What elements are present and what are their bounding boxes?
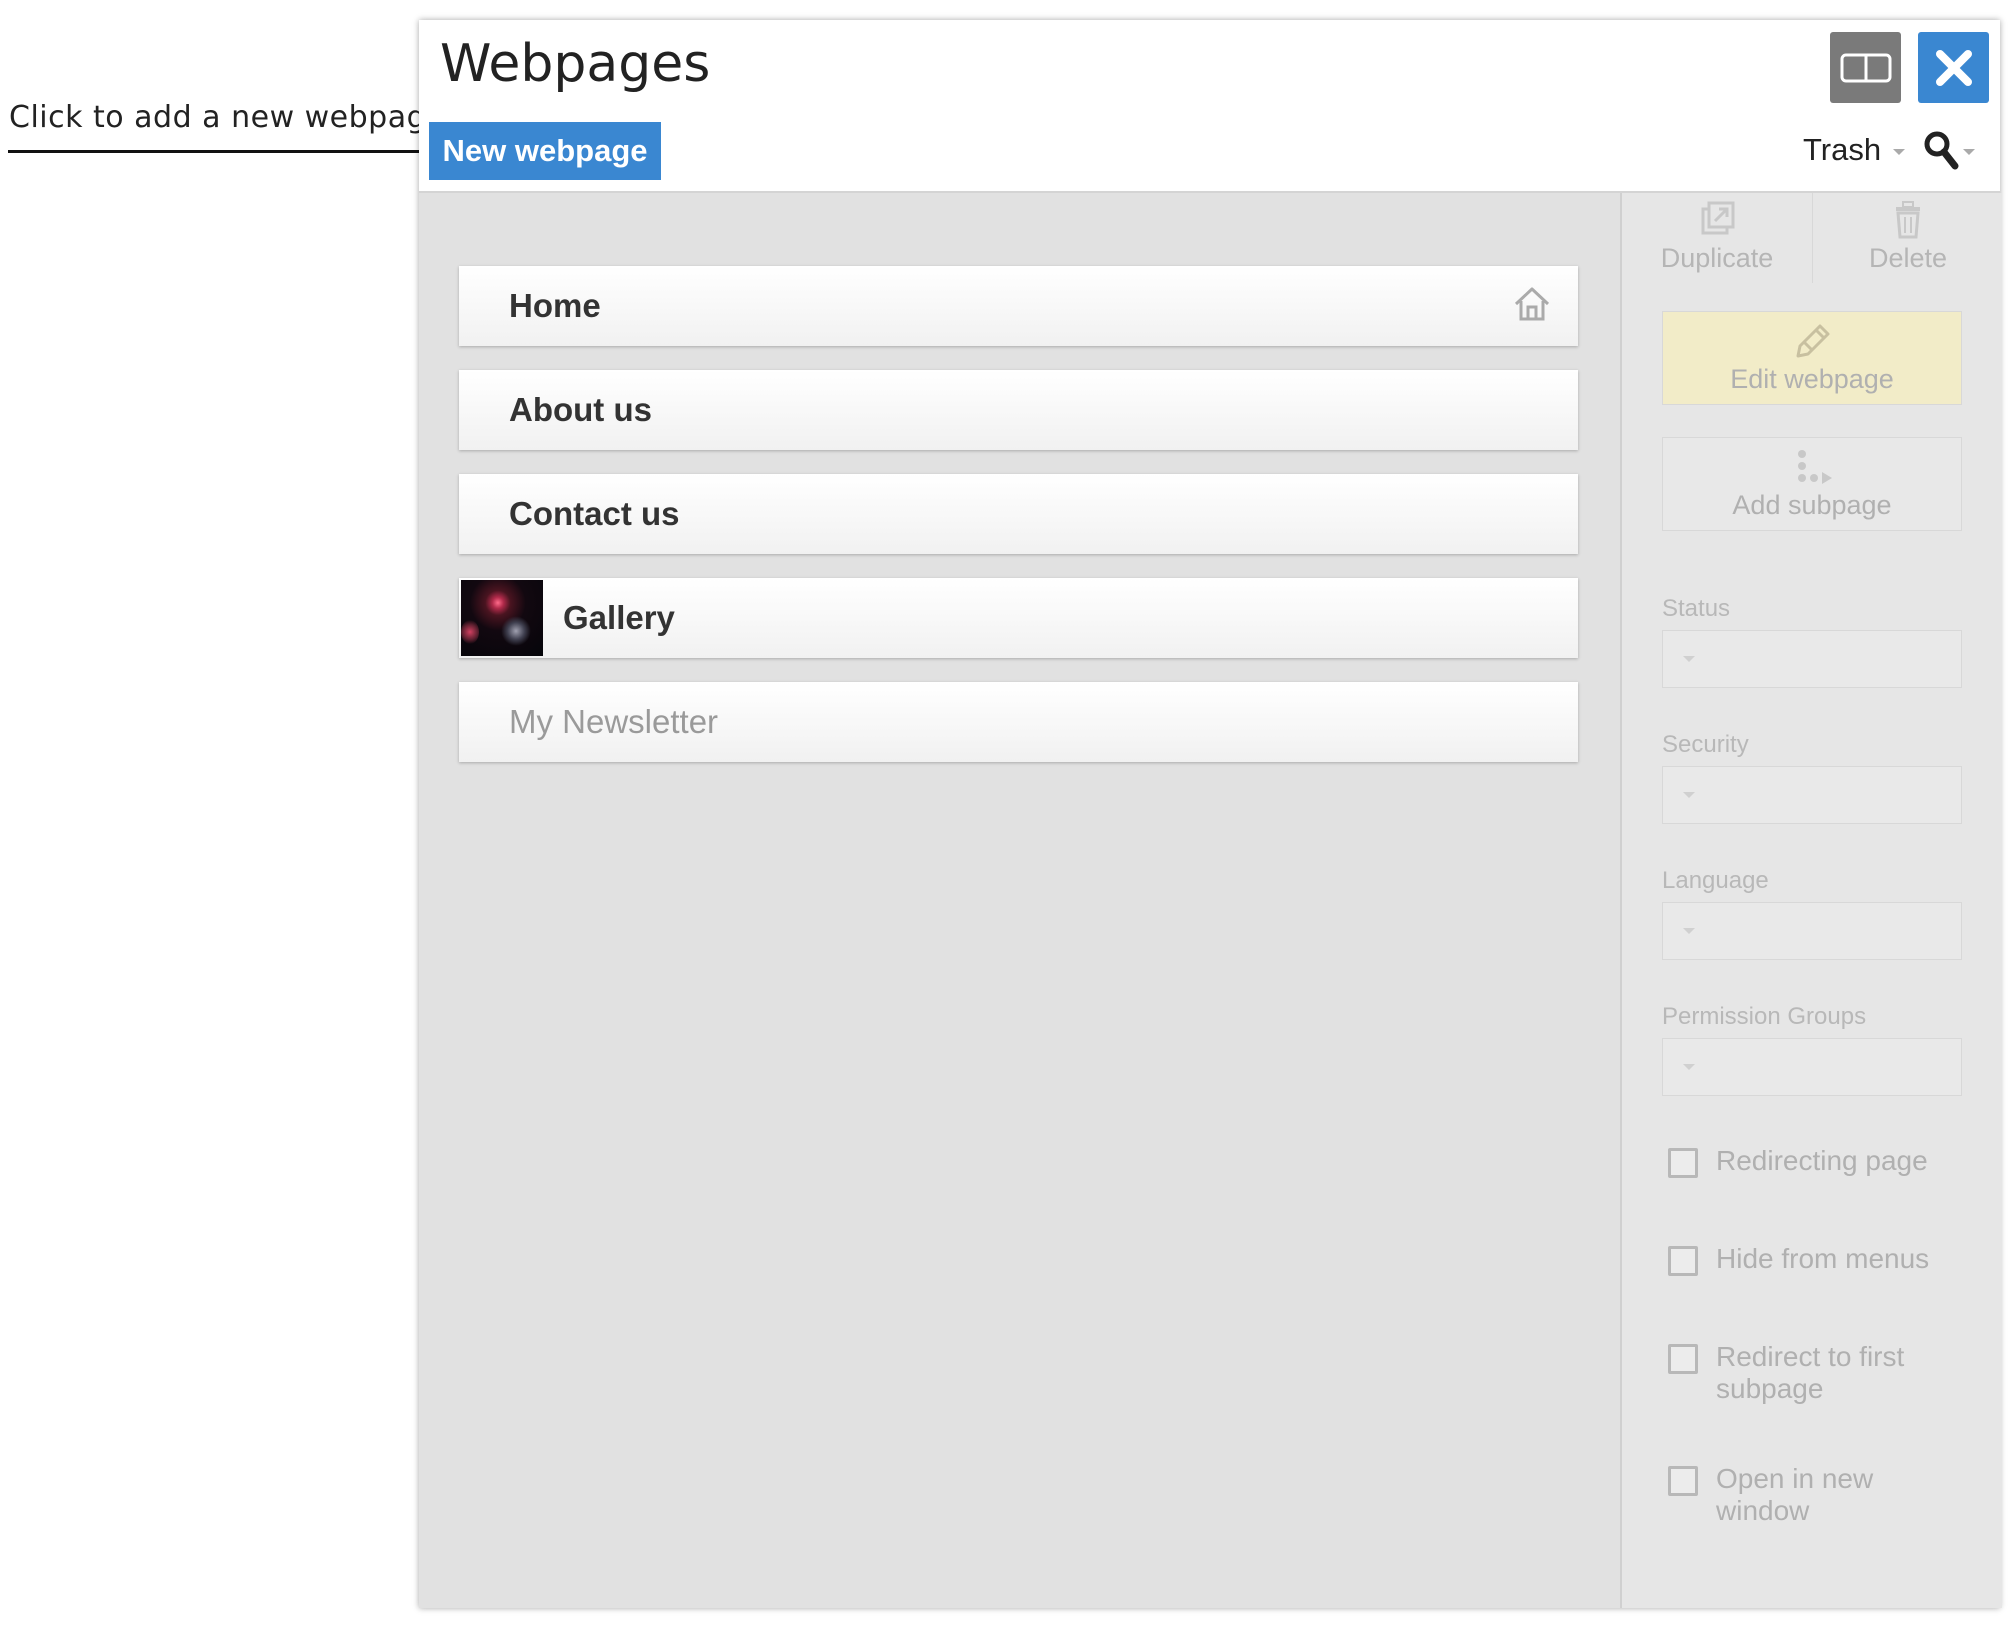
duplicate-label: Duplicate — [1660, 243, 1774, 273]
window-title: Webpages — [440, 34, 711, 94]
page-list: Home About us Contact us Gallery My News… — [459, 266, 1578, 786]
page-item-gallery[interactable]: Gallery — [459, 578, 1578, 658]
permission-groups-label: Permission Groups — [1662, 1003, 1867, 1030]
page-item-label: Contact us — [509, 495, 680, 532]
page-item-label: Gallery — [563, 599, 675, 636]
webpages-window: Webpages New webpage Trash Home About us… — [419, 20, 2002, 1608]
chevron-down-icon — [1963, 149, 1975, 155]
window-header: Webpages New webpage Trash — [419, 20, 2000, 193]
redirect-first-subpage-checkbox-row[interactable]: Redirect to first subpage — [1668, 1341, 1968, 1405]
delete-label: Delete — [1868, 243, 1948, 273]
add-subpage-button[interactable]: Add subpage — [1662, 437, 1962, 531]
pencil-icon — [1796, 324, 1830, 358]
page-item-home[interactable]: Home — [459, 266, 1578, 346]
search-icon — [1924, 131, 1959, 170]
chevron-down-icon — [1683, 928, 1695, 934]
add-subpage-label: Add subpage — [1732, 490, 1892, 520]
open-new-window-label: Open in new window — [1716, 1463, 1874, 1526]
edit-webpage-label: Edit webpage — [1730, 364, 1894, 394]
status-select[interactable] — [1662, 630, 1962, 688]
edit-webpage-button[interactable]: Edit webpage — [1662, 311, 1962, 405]
close-button[interactable] — [1918, 32, 1989, 103]
page-properties-panel: Duplicate Delete Edit webpage Add subpag… — [1620, 193, 2002, 1608]
chevron-down-icon — [1683, 792, 1695, 798]
security-label: Security — [1662, 731, 1749, 758]
annotation-label: Click to add a new webpage — [9, 100, 446, 135]
trash-icon — [1896, 201, 1920, 239]
new-webpage-button[interactable]: New webpage — [429, 122, 661, 180]
page-item-contact-us[interactable]: Contact us — [459, 474, 1578, 554]
language-select[interactable] — [1662, 902, 1962, 960]
hide-from-menus-label: Hide from menus — [1716, 1243, 1930, 1274]
duplicate-button[interactable]: Duplicate — [1622, 193, 1812, 283]
search-dropdown[interactable] — [1923, 128, 1975, 172]
redirecting-page-checkbox[interactable] — [1668, 1148, 1698, 1178]
hide-from-menus-checkbox-row[interactable]: Hide from menus — [1668, 1243, 1968, 1276]
page-item-about-us[interactable]: About us — [459, 370, 1578, 450]
page-item-label: About us — [509, 391, 652, 428]
subpage-icon — [1798, 450, 1832, 484]
trash-label: Trash — [1803, 132, 1882, 167]
trash-dropdown[interactable]: Trash — [1803, 128, 1906, 172]
open-new-window-checkbox[interactable] — [1668, 1466, 1698, 1496]
chevron-down-icon — [1893, 149, 1906, 155]
delete-button[interactable]: Delete — [1813, 193, 2003, 283]
permission-groups-select[interactable] — [1662, 1038, 1962, 1096]
duplicate-icon — [1701, 201, 1735, 235]
redirecting-page-label: Redirecting page — [1716, 1145, 1928, 1176]
layout-toggle-button[interactable] — [1830, 32, 1901, 103]
gallery-thumbnail-image — [461, 580, 543, 656]
close-icon — [1935, 49, 1972, 86]
home-icon — [1514, 287, 1550, 321]
hide-from-menus-checkbox[interactable] — [1668, 1246, 1698, 1276]
chevron-down-icon — [1683, 1064, 1695, 1070]
redirect-first-subpage-label: Redirect to first subpage — [1716, 1341, 1905, 1404]
redirecting-page-checkbox-row[interactable]: Redirecting page — [1668, 1145, 1968, 1178]
language-label: Language — [1662, 867, 1769, 894]
page-item-label: Home — [509, 287, 601, 324]
page-item-my-newsletter[interactable]: My Newsletter — [459, 682, 1578, 762]
annotation-pointer-line — [8, 150, 428, 153]
open-new-window-checkbox-row[interactable]: Open in new window — [1668, 1463, 1968, 1527]
chevron-down-icon — [1683, 656, 1695, 662]
split-view-icon — [1840, 53, 1891, 82]
status-label: Status — [1662, 595, 1731, 622]
page-item-label: My Newsletter — [509, 703, 719, 740]
security-select[interactable] — [1662, 766, 1962, 824]
redirect-first-subpage-checkbox[interactable] — [1668, 1344, 1698, 1374]
